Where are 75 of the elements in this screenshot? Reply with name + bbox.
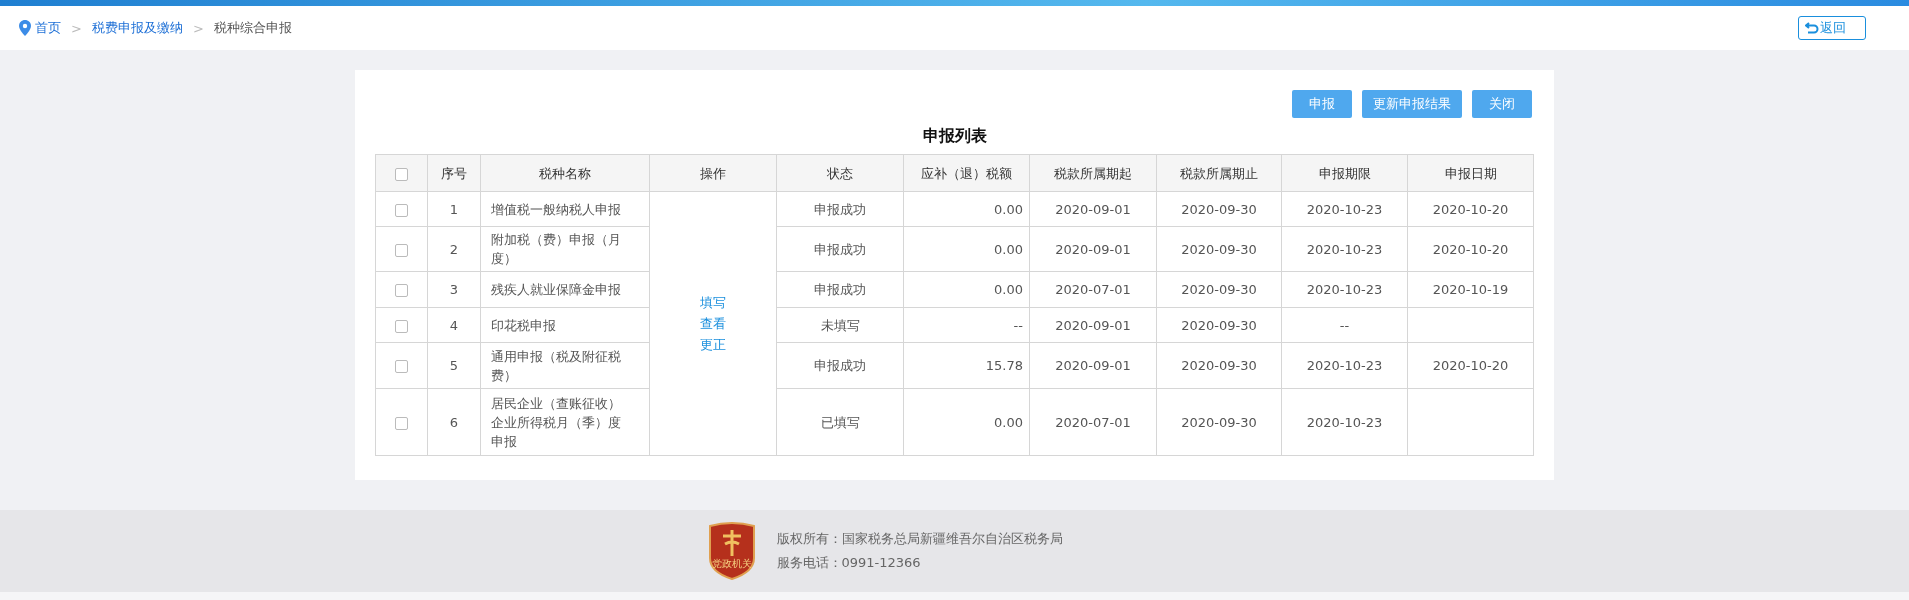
return-arrow-icon <box>1805 22 1819 34</box>
row-checkbox[interactable] <box>395 416 408 430</box>
breadcrumb-separator: > <box>71 20 82 36</box>
table-cell: 2020-10-20 <box>1407 342 1534 389</box>
table-cell: 2020-10-20 <box>1407 226 1534 272</box>
column-header: 状态 <box>776 154 904 192</box>
table-cell: 已填写 <box>776 388 904 456</box>
table-cell: 2020-09-30 <box>1156 307 1282 343</box>
column-header: 税款所属期止 <box>1156 154 1282 192</box>
column-header: 操作 <box>649 154 777 192</box>
table-cell: 申报成功 <box>776 191 904 227</box>
breadcrumb-current-page: 税种综合申报 <box>213 19 292 37</box>
table-cell: 增值税一般纳税人申报 <box>480 191 650 227</box>
table-cell: 2020-10-23 <box>1281 226 1408 272</box>
column-header: 申报期限 <box>1281 154 1408 192</box>
table-cell: 4 <box>427 307 481 343</box>
table-cell: 2020-07-01 <box>1029 388 1157 456</box>
table-cell: 0.00 <box>903 191 1030 227</box>
action-link[interactable]: 填写 <box>700 293 726 312</box>
table-cell: -- <box>1281 307 1408 343</box>
table-cell: 2020-10-19 <box>1407 271 1534 308</box>
table-cell: 3 <box>427 271 481 308</box>
action-link[interactable]: 更正 <box>700 335 726 354</box>
table-cell: 2020-09-01 <box>1029 191 1157 227</box>
action-link[interactable]: 查看 <box>700 314 726 333</box>
table-cell: 0.00 <box>903 271 1030 308</box>
location-pin-icon <box>19 20 31 36</box>
toolbar-button[interactable]: 更新申报结果 <box>1362 90 1462 118</box>
table-cell: 2020-10-20 <box>1407 191 1534 227</box>
row-checkbox[interactable] <box>395 284 408 297</box>
table-cell: 2020-10-23 <box>1281 342 1408 389</box>
column-header: 申报日期 <box>1407 154 1534 192</box>
table-cell: 5 <box>427 342 481 389</box>
table-cell: 2020-09-30 <box>1156 191 1282 227</box>
table-cell: 15.78 <box>903 342 1030 389</box>
row-checkbox[interactable] <box>395 360 408 373</box>
row-checkbox[interactable] <box>395 319 408 333</box>
table-cell: 2020-10-23 <box>1281 388 1408 456</box>
table-cell: 0.00 <box>903 226 1030 272</box>
table-cell: 0.00 <box>903 388 1030 456</box>
table-cell: 申报成功 <box>776 226 904 272</box>
table-cell: 2020-09-30 <box>1156 226 1282 272</box>
copyright-text: 版权所有：国家税务总局新疆维吾尔自治区税务局 <box>776 530 1063 548</box>
table-cell: 2020-09-30 <box>1156 388 1282 456</box>
table-cell: 2020-07-01 <box>1029 271 1157 308</box>
column-header: 应补（退）税额 <box>903 154 1030 192</box>
table-cell: 2020-09-30 <box>1156 342 1282 389</box>
table-cell: -- <box>903 307 1030 343</box>
table-cell: 申报成功 <box>776 342 904 389</box>
breadcrumb-link[interactable]: 首页 <box>35 19 61 37</box>
table-title: 申报列表 <box>921 126 988 147</box>
column-header: 序号 <box>427 154 481 192</box>
toolbar-button[interactable]: 申报 <box>1292 90 1352 118</box>
back-button[interactable]: 返回 <box>1798 16 1866 40</box>
select-all-checkbox[interactable] <box>395 167 408 181</box>
breadcrumb-separator: > <box>192 20 204 36</box>
service-phone-text: 服务电话：0991-12366 <box>776 554 922 572</box>
table-cell: 2020-09-30 <box>1156 271 1282 308</box>
table-cell: 2020-10-23 <box>1281 271 1408 308</box>
table-cell: 2020-09-01 <box>1029 307 1157 343</box>
table-cell: 2 <box>427 226 481 272</box>
breadcrumb-link[interactable]: 税费申报及缴纳 <box>91 19 183 37</box>
row-checkbox[interactable] <box>395 203 408 217</box>
row-checkbox[interactable] <box>395 243 408 257</box>
table-cell: 未填写 <box>776 307 904 343</box>
table-cell: 2020-10-23 <box>1281 191 1408 227</box>
column-header: 税款所属期起 <box>1029 154 1157 192</box>
table-cell: 申报成功 <box>776 271 904 308</box>
table-cell: 1 <box>427 191 481 227</box>
toolbar-button[interactable]: 关闭 <box>1472 90 1532 118</box>
table-cell: 2020-09-01 <box>1029 226 1157 272</box>
table-cell: 6 <box>427 388 481 456</box>
table-cell: 2020-09-01 <box>1029 342 1157 389</box>
column-header: 税种名称 <box>480 154 650 192</box>
emblem-logo: 党政机关 <box>706 522 757 580</box>
